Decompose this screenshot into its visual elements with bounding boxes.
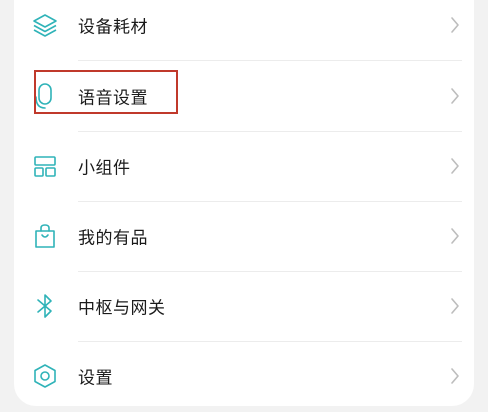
menu-item-label: 语音设置	[78, 88, 148, 109]
shopping-bag-icon	[30, 221, 60, 251]
chevron-right-icon	[448, 87, 462, 105]
microphone-icon	[30, 81, 60, 111]
chevron-right-icon	[448, 16, 462, 34]
menu-item-voice-settings[interactable]: 语音设置	[14, 61, 474, 131]
menu-item-label: 我的有品	[78, 228, 148, 249]
settings-hexagon-icon	[30, 361, 60, 391]
menu-item-label: 设置	[78, 368, 113, 389]
menu-item-settings[interactable]: 设置	[14, 341, 474, 411]
chevron-right-icon	[448, 297, 462, 315]
menu-item-widgets[interactable]: 小组件	[14, 131, 474, 201]
bluetooth-icon	[30, 291, 60, 321]
menu-item-label: 中枢与网关	[78, 298, 166, 319]
widgets-icon	[30, 151, 60, 181]
menu-item-hub-gateway[interactable]: 中枢与网关	[14, 271, 474, 341]
layers-icon	[30, 10, 60, 40]
menu-item-my-youpin[interactable]: 我的有品	[14, 201, 474, 271]
menu-item-label: 设备耗材	[78, 17, 148, 38]
chevron-right-icon	[448, 227, 462, 245]
menu-item-device-consumables[interactable]: 设备耗材	[14, 0, 474, 60]
menu-item-label: 小组件	[78, 158, 131, 179]
settings-menu: 设备耗材 语音设置 小组件 我的有品 中枢与网关 设置	[0, 0, 488, 412]
chevron-right-icon	[448, 367, 462, 385]
chevron-right-icon	[448, 157, 462, 175]
